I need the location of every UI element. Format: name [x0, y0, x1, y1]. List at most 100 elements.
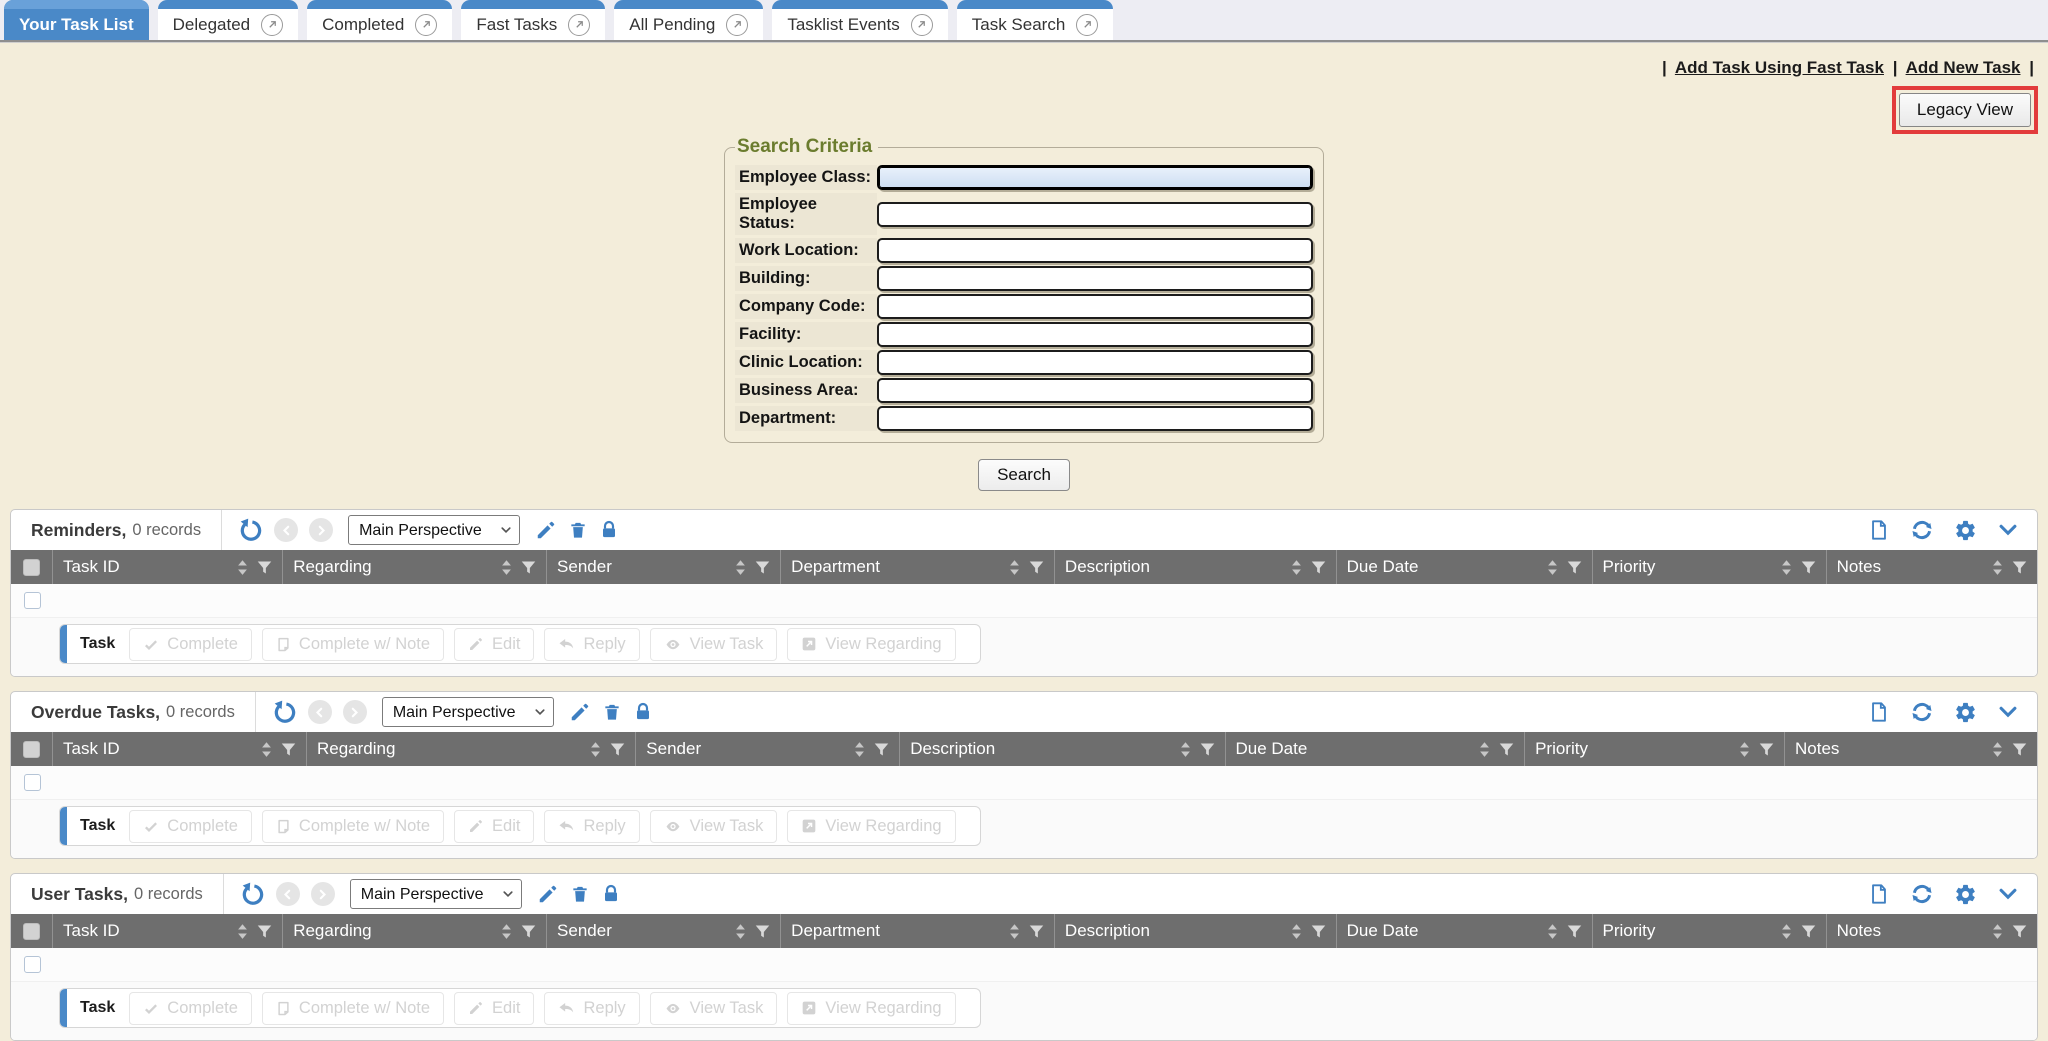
task-action-button[interactable]: Edit: [454, 992, 534, 1025]
refresh-icon[interactable]: [1910, 882, 1934, 906]
filter-icon[interactable]: [1567, 560, 1582, 575]
sort-icon[interactable]: [1991, 923, 2004, 940]
sort-icon[interactable]: [1546, 923, 1559, 940]
filter-icon[interactable]: [281, 742, 296, 757]
column-header[interactable]: Department: [781, 550, 1055, 584]
task-action-button[interactable]: View Regarding: [787, 810, 955, 843]
tab-completed[interactable]: Completed: [307, 0, 452, 40]
column-header[interactable]: Due Date: [1337, 914, 1593, 948]
sort-icon[interactable]: [1991, 741, 2004, 758]
filter-icon[interactable]: [610, 742, 625, 757]
chevron-right-icon[interactable]: [311, 882, 335, 906]
column-header[interactable]: Task ID: [53, 914, 283, 948]
lock-icon[interactable]: [599, 519, 619, 541]
field-input[interactable]: [877, 378, 1313, 403]
external-link-icon[interactable]: [261, 14, 283, 36]
task-action-button[interactable]: Complete w/ Note: [262, 992, 444, 1025]
field-input[interactable]: [877, 350, 1313, 375]
new-document-icon[interactable]: [1868, 700, 1890, 724]
column-header[interactable]: Regarding: [283, 914, 547, 948]
new-document-icon[interactable]: [1868, 518, 1890, 542]
perspective-select[interactable]: Main Perspective: [382, 697, 554, 727]
sort-icon[interactable]: [1738, 741, 1751, 758]
task-action-button[interactable]: View Regarding: [787, 992, 955, 1025]
column-header[interactable]: Description: [1055, 550, 1337, 584]
sort-icon[interactable]: [500, 923, 513, 940]
column-header[interactable]: Priority: [1593, 550, 1827, 584]
filter-icon[interactable]: [1801, 560, 1816, 575]
sort-icon[interactable]: [1991, 559, 2004, 576]
trash-icon[interactable]: [568, 519, 588, 541]
sort-icon[interactable]: [734, 923, 747, 940]
field-input[interactable]: [877, 322, 1313, 347]
filter-icon[interactable]: [2012, 560, 2027, 575]
search-button[interactable]: Search: [978, 459, 1070, 491]
column-header[interactable]: Regarding: [283, 550, 547, 584]
chevron-down-icon[interactable]: [1997, 701, 2019, 723]
filter-icon[interactable]: [1567, 924, 1582, 939]
chevron-down-icon[interactable]: [1997, 519, 2019, 541]
filter-icon[interactable]: [1801, 924, 1816, 939]
lock-icon[interactable]: [601, 883, 621, 905]
filter-icon[interactable]: [874, 742, 889, 757]
sort-icon[interactable]: [500, 559, 513, 576]
column-header[interactable]: Sender: [547, 550, 781, 584]
task-action-button[interactable]: Reply: [544, 810, 639, 843]
task-action-button[interactable]: View Task: [650, 628, 778, 661]
task-action-button[interactable]: View Task: [650, 810, 778, 843]
column-header[interactable]: Description: [900, 732, 1225, 766]
external-link-icon[interactable]: [726, 14, 748, 36]
column-header[interactable]: Due Date: [1226, 732, 1526, 766]
filter-icon[interactable]: [2012, 924, 2027, 939]
sort-icon[interactable]: [1179, 741, 1192, 758]
perspective-select[interactable]: Main Perspective: [350, 879, 522, 909]
refresh-icon[interactable]: [1910, 700, 1934, 724]
sort-icon[interactable]: [260, 741, 273, 758]
chevron-left-icon[interactable]: [308, 700, 332, 724]
column-header[interactable]: Task ID: [53, 550, 283, 584]
add-task-using-fast-task-link[interactable]: Add Task Using Fast Task: [1675, 58, 1884, 77]
field-input[interactable]: [877, 238, 1313, 263]
select-all-checkbox[interactable]: [23, 923, 40, 940]
column-header[interactable]: Notes: [1827, 550, 2037, 584]
sort-icon[interactable]: [734, 559, 747, 576]
chevron-left-icon[interactable]: [276, 882, 300, 906]
chevron-left-icon[interactable]: [274, 518, 298, 542]
column-header[interactable]: Notes: [1785, 732, 2037, 766]
sort-icon[interactable]: [1780, 559, 1793, 576]
tab-delegated[interactable]: Delegated: [158, 0, 299, 40]
chevron-right-icon[interactable]: [343, 700, 367, 724]
select-all-checkbox[interactable]: [23, 559, 40, 576]
trash-icon[interactable]: [570, 883, 590, 905]
filter-icon[interactable]: [1759, 742, 1774, 757]
undo-icon[interactable]: [240, 882, 265, 907]
select-all-checkbox[interactable]: [23, 741, 40, 758]
filter-icon[interactable]: [1499, 742, 1514, 757]
field-input[interactable]: [877, 406, 1313, 431]
task-action-button[interactable]: View Regarding: [787, 628, 955, 661]
filter-icon[interactable]: [1029, 924, 1044, 939]
task-action-button[interactable]: Complete: [129, 628, 252, 661]
sort-icon[interactable]: [1008, 923, 1021, 940]
legacy-view-button[interactable]: Legacy View: [1899, 93, 2031, 127]
filter-icon[interactable]: [1311, 924, 1326, 939]
task-action-button[interactable]: Reply: [544, 992, 639, 1025]
external-link-icon[interactable]: [568, 14, 590, 36]
sort-icon[interactable]: [236, 559, 249, 576]
task-action-button[interactable]: Complete: [129, 810, 252, 843]
row-checkbox[interactable]: [24, 956, 41, 973]
perspective-select[interactable]: Main Perspective: [348, 515, 520, 545]
task-action-button[interactable]: Reply: [544, 628, 639, 661]
filter-icon[interactable]: [521, 560, 536, 575]
gear-icon[interactable]: [1954, 519, 1977, 542]
sort-icon[interactable]: [1290, 923, 1303, 940]
column-header[interactable]: Regarding: [307, 732, 636, 766]
gear-icon[interactable]: [1954, 701, 1977, 724]
field-input[interactable]: [877, 202, 1313, 227]
pencil-icon[interactable]: [535, 519, 557, 541]
external-link-icon[interactable]: [911, 14, 933, 36]
filter-icon[interactable]: [2012, 742, 2027, 757]
column-header[interactable]: Priority: [1525, 732, 1785, 766]
sort-icon[interactable]: [1546, 559, 1559, 576]
filter-icon[interactable]: [1029, 560, 1044, 575]
